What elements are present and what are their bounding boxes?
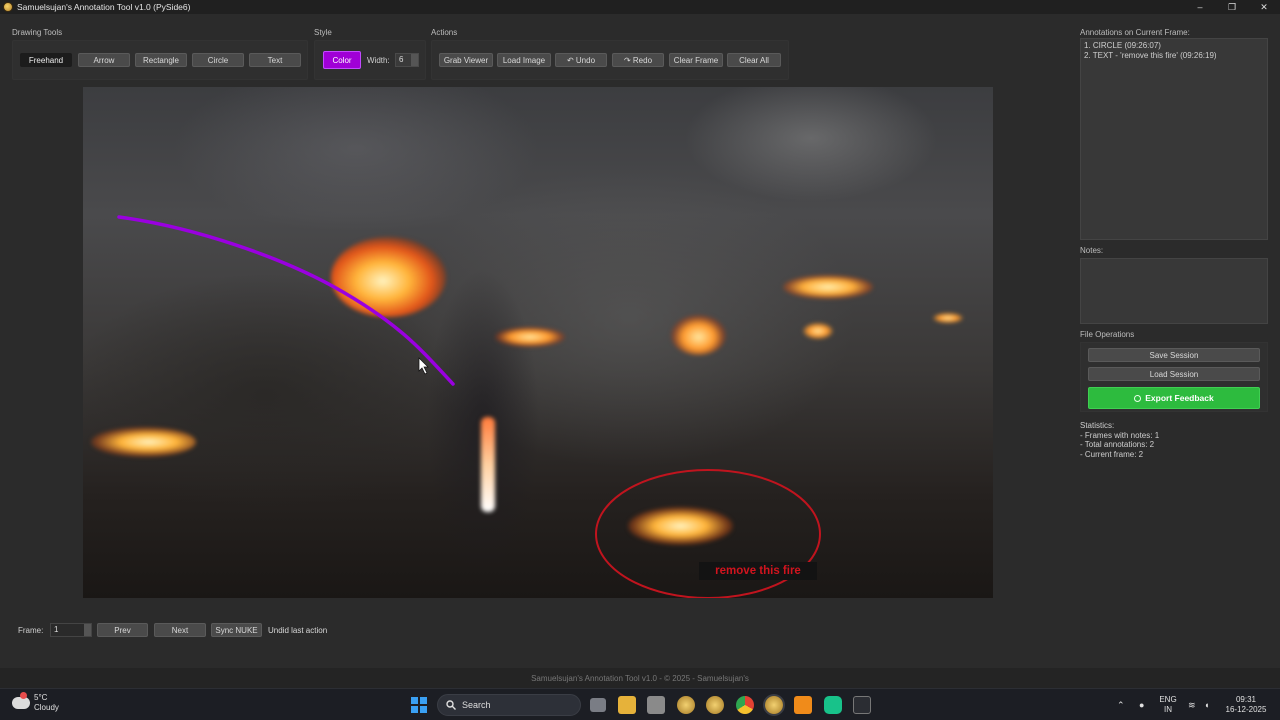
chevron-up-icon[interactable]: ⌃	[1117, 700, 1125, 711]
sync-nuke-button[interactable]: Sync NUKE	[211, 623, 262, 637]
sublime-text-icon[interactable]	[794, 696, 812, 714]
notes-textarea[interactable]	[1080, 258, 1268, 324]
list-item[interactable]: 2. TEXT - 'remove this fire' (09:26:19)	[1084, 51, 1264, 61]
clock[interactable]: 09:31 16-12-2025	[1224, 695, 1268, 715]
next-frame-button[interactable]: Next	[154, 623, 206, 637]
weather-temp: 5°C	[34, 693, 48, 702]
weather-desc: Cloudy	[34, 703, 59, 712]
nuke-app-icon[interactable]	[677, 696, 695, 714]
search-icon	[446, 700, 456, 710]
close-icon[interactable]: ✕	[1248, 0, 1280, 14]
width-label: Width:	[367, 56, 390, 65]
volume-icon[interactable]: ◖	[1204, 700, 1209, 710]
app-footer: Samuelsujan's Annotation Tool v1.0 - © 2…	[0, 668, 1280, 688]
clear-all-button[interactable]: Clear All	[727, 53, 781, 67]
freehand-stroke	[117, 215, 455, 386]
actions-label: Actions	[431, 28, 458, 37]
nuke-app-icon-active[interactable]	[765, 696, 783, 714]
spin-arrows-icon[interactable]	[84, 624, 91, 636]
restore-icon[interactable]: ❐	[1216, 0, 1248, 14]
export-icon	[1134, 394, 1142, 402]
load-image-button[interactable]: Load Image	[497, 53, 551, 67]
status-message: Undid last action	[268, 626, 328, 635]
footer-text: Samuelsujan's Annotation Tool v1.0 - © 2…	[531, 673, 749, 683]
minimize-icon[interactable]: –	[1184, 0, 1216, 14]
width-spinbox[interactable]: 6	[395, 53, 419, 67]
stat-total-annotations: - Total annotations: 2	[1080, 440, 1155, 449]
windows-taskbar: 5°C Cloudy Search ⌃ ● ENG IN ≋ ◖ 09:31 1…	[0, 688, 1280, 720]
windows-start-icon[interactable]	[411, 697, 427, 713]
export-feedback-button[interactable]: Export Feedback	[1088, 387, 1260, 409]
taskbar-search[interactable]: Search	[437, 694, 581, 716]
chat-app-icon[interactable]	[824, 696, 842, 714]
chrome-icon[interactable]	[736, 696, 754, 714]
stat-current-frame: - Current frame: 2	[1080, 449, 1144, 459]
frame-value: 1	[54, 625, 59, 634]
text-annotation[interactable]: remove this fire	[699, 562, 817, 580]
rectangle-tool-button[interactable]: Rectangle	[135, 53, 187, 67]
alert-badge	[20, 692, 27, 699]
annotations-title: Annotations on Current Frame:	[1080, 28, 1190, 37]
app-logo-icon	[3, 2, 13, 12]
undo-button[interactable]: ↶ Undo	[555, 53, 607, 67]
language-bottom: IN	[1164, 705, 1172, 714]
file-operations-title: File Operations	[1080, 330, 1135, 339]
wifi-icon[interactable]: ≋	[1188, 700, 1196, 711]
statistics-title: Statistics:	[1080, 421, 1115, 430]
nuke-app-icon[interactable]	[706, 696, 724, 714]
task-view-icon[interactable]	[590, 698, 606, 712]
stat-frames-with-notes: - Frames with notes: 1	[1080, 430, 1160, 440]
list-item[interactable]: 1. CIRCLE (09:26:07)	[1084, 41, 1264, 51]
file-explorer-icon[interactable]	[618, 696, 636, 714]
app-icon-sfx[interactable]	[647, 696, 665, 714]
frame-spinbox[interactable]: 1	[50, 623, 92, 637]
language-top: ENG	[1159, 695, 1177, 704]
grab-viewer-button[interactable]: Grab Viewer	[439, 53, 493, 67]
clock-time: 09:31	[1235, 695, 1257, 704]
window-controls: – ❐ ✕	[1184, 0, 1280, 14]
text-tool-button[interactable]: Text	[249, 53, 301, 67]
clear-frame-button[interactable]: Clear Frame	[669, 53, 723, 67]
language-indicator[interactable]: ENG IN	[1158, 695, 1178, 715]
annotations-list[interactable]: 1. CIRCLE (09:26:07) 2. TEXT - 'remove t…	[1080, 38, 1268, 240]
title-bar: Samuelsujan's Annotation Tool v1.0 (PySi…	[0, 0, 1280, 14]
width-value: 6	[399, 55, 404, 64]
microphone-icon[interactable]: ●	[1139, 700, 1144, 710]
spin-arrows-icon[interactable]	[411, 54, 418, 66]
redo-button[interactable]: ↷ Redo	[612, 53, 664, 67]
prev-frame-button[interactable]: Prev	[97, 623, 148, 637]
arrow-tool-button[interactable]: Arrow	[78, 53, 130, 67]
circle-tool-button[interactable]: Circle	[192, 53, 244, 67]
clock-date: 16-12-2025	[1225, 705, 1267, 714]
weather-widget[interactable]: 5°C Cloudy	[12, 692, 59, 713]
color-picker-button[interactable]: Color	[323, 51, 361, 69]
style-label: Style	[314, 28, 332, 37]
load-session-button[interactable]: Load Session	[1088, 367, 1260, 381]
drawing-tools-label: Drawing Tools	[12, 28, 63, 37]
statistics-panel: Statistics: - Frames with notes: 1 - Tot…	[1080, 421, 1159, 459]
export-feedback-label: Export Feedback	[1145, 393, 1214, 403]
annotation-overlay	[117, 215, 821, 598]
image-viewer[interactable]: remove this fire	[83, 87, 993, 598]
search-placeholder: Search	[462, 700, 491, 710]
frame-label: Frame:	[18, 626, 44, 635]
terminal-icon[interactable]	[853, 696, 871, 714]
freehand-tool-button[interactable]: Freehand	[20, 53, 72, 67]
cloud-icon	[12, 692, 30, 709]
window-title: Samuelsujan's Annotation Tool v1.0 (PySi…	[17, 2, 191, 12]
notes-title: Notes:	[1080, 246, 1104, 255]
mouse-cursor-icon	[418, 357, 429, 375]
save-session-button[interactable]: Save Session	[1088, 348, 1260, 362]
